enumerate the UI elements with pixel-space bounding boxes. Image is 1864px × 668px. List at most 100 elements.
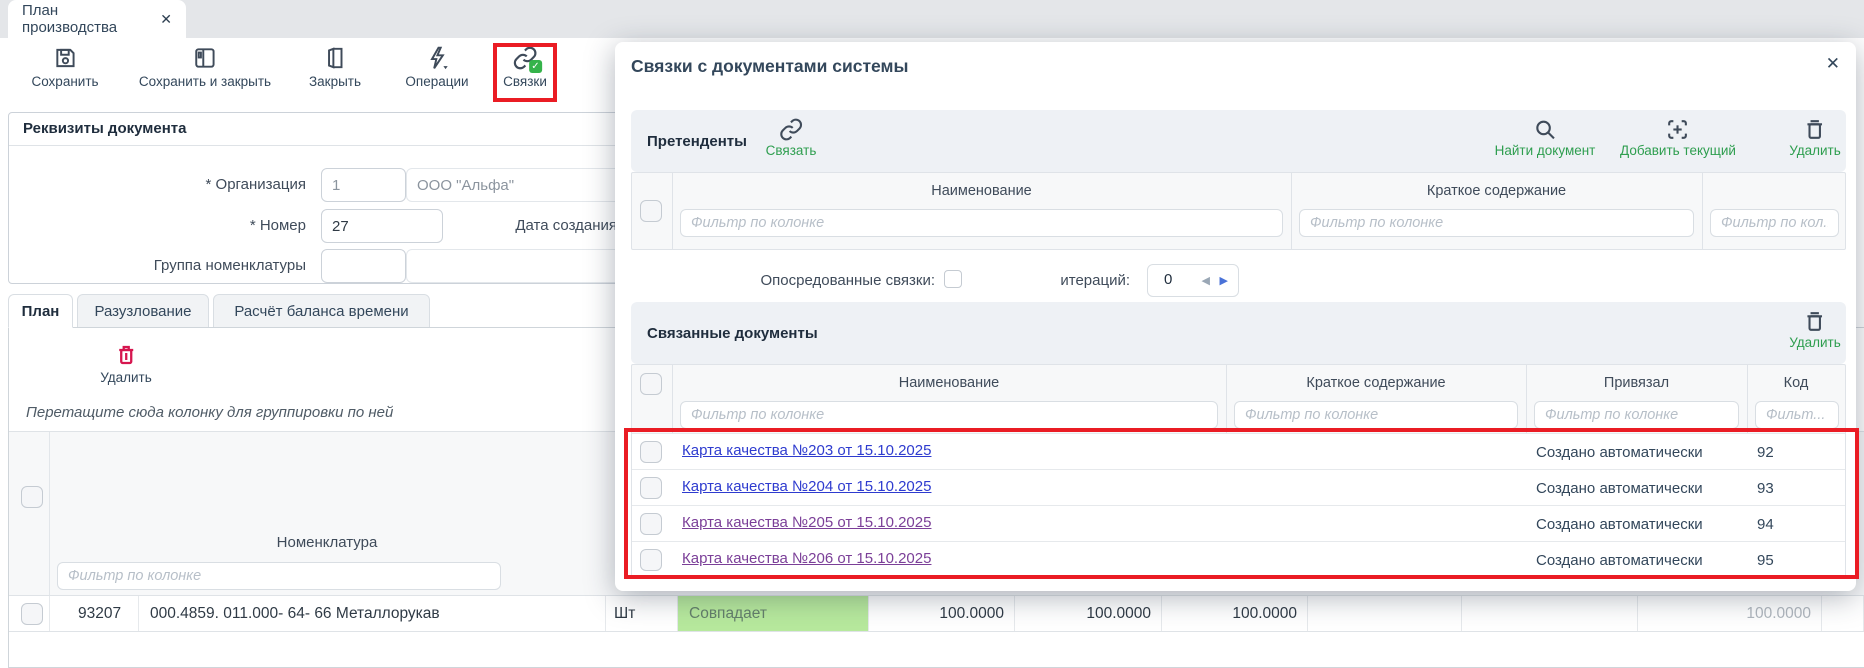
link-action-button[interactable]: Связать (766, 117, 817, 158)
save-label: Сохранить (31, 74, 98, 89)
trash-icon (1802, 117, 1827, 142)
row-checkbox[interactable] (640, 549, 662, 571)
tab-close-icon[interactable]: ✕ (160, 11, 172, 28)
candidates-select-all-checkbox[interactable] (640, 200, 662, 222)
operations-lightning-icon (424, 45, 450, 71)
find-document-button[interactable]: Найти документ (1495, 117, 1596, 158)
row-qty2-cell: 100.0000 (1014, 596, 1161, 631)
linked-delete-label: Удалить (1789, 335, 1841, 350)
app-window: План производства ✕ Сохранить Сохранить … (0, 0, 1864, 668)
org-code-field[interactable] (321, 168, 406, 202)
candidates-panel: Претенденты Связать Найти документ Добав… (631, 110, 1846, 172)
save-close-button[interactable]: Сохранить и закрыть (139, 45, 271, 89)
tab-razuzlovanie[interactable]: Разузлование (77, 294, 209, 328)
indirect-links-row: Опосредованные связки: итераций: 0 ◀ ▶ (615, 262, 1856, 302)
close-doc-icon (322, 45, 348, 71)
tab-title: План производства (22, 2, 148, 36)
iterations-value: 0 (1164, 271, 1172, 288)
linked-by-cell: Создано автоматически (1526, 470, 1747, 506)
candidates-extra-filter[interactable] (1710, 209, 1839, 237)
linked-doc-link[interactable]: Карта качества №205 от 15.10.2025 (682, 514, 931, 531)
row-unit-cell: Шт (605, 596, 677, 631)
operations-button[interactable]: Операции (405, 45, 468, 89)
plan-table-row[interactable]: 93207 000.4859. 011.000- 64- 66 Металлор… (9, 596, 1864, 632)
code-cell: 92 (1747, 434, 1847, 470)
row-empty-cell (1307, 596, 1461, 631)
linked-docs-title: Связанные документы (647, 302, 818, 364)
row-empty-cell (1461, 596, 1637, 631)
linked-doc-row[interactable]: Карта качества №204 от 15.10.2025 Создан… (632, 469, 1845, 506)
save-close-icon (192, 45, 218, 71)
tab-plan[interactable]: План (8, 294, 73, 328)
save-button[interactable]: Сохранить (31, 45, 98, 89)
row-checkbox[interactable] (640, 441, 662, 463)
tab-time-balance[interactable]: Расчёт баланса времени (213, 294, 430, 328)
linked-col-linked-by[interactable]: Привязал (1526, 375, 1747, 391)
requisites-title: Реквизиты документа (23, 120, 186, 137)
dialog-close-icon[interactable]: ✕ (1826, 54, 1840, 74)
linked-doc-row[interactable]: Карта качества №205 от 15.10.2025 Создан… (632, 505, 1845, 542)
chain-icon (778, 117, 803, 142)
row-status-cell: Совпадает (677, 596, 868, 631)
save-icon (52, 45, 78, 71)
close-button[interactable]: Закрыть (309, 45, 361, 89)
linked-doc-row[interactable]: Карта качества №206 от 15.10.2025 Создан… (632, 541, 1845, 578)
candidates-delete-button[interactable]: Удалить (1789, 117, 1841, 158)
links-check-badge: ✓ (529, 60, 542, 73)
row-id-cell: 93207 (49, 596, 138, 631)
linked-by-cell: Создано автоматически (1526, 434, 1747, 470)
linked-summary-filter[interactable] (1234, 401, 1518, 429)
row-checkbox[interactable] (640, 477, 662, 499)
iterations-stepper[interactable]: 0 ◀ ▶ (1147, 264, 1239, 297)
number-field[interactable] (321, 209, 443, 243)
operations-label: Операции (405, 74, 468, 89)
candidates-col-name[interactable]: Наименование (672, 183, 1291, 199)
links-button[interactable]: ✓ Связки (503, 45, 547, 89)
linked-linked-by-filter[interactable] (1534, 401, 1739, 429)
linked-col-code[interactable]: Код (1747, 375, 1845, 391)
trash-icon (1802, 309, 1827, 334)
add-current-button[interactable]: Добавить текущий (1620, 117, 1736, 158)
code-cell: 94 (1747, 506, 1847, 542)
candidates-col-summary[interactable]: Краткое содержание (1291, 183, 1702, 199)
linked-doc-row[interactable]: Карта качества №203 от 15.10.2025 Создан… (632, 433, 1845, 470)
linked-doc-link[interactable]: Карта качества №206 от 15.10.2025 (682, 550, 931, 567)
trash-icon (114, 343, 138, 367)
iterations-increment-icon[interactable]: ▶ (1220, 274, 1228, 287)
linked-doc-link[interactable]: Карта качества №204 от 15.10.2025 (682, 478, 931, 495)
linked-delete-button[interactable]: Удалить (1789, 309, 1841, 350)
linked-select-all-checkbox[interactable] (640, 373, 662, 395)
linked-code-filter[interactable] (1755, 401, 1839, 429)
indirect-links-checkbox[interactable] (944, 270, 962, 288)
linked-name-filter[interactable] (680, 401, 1218, 429)
iterations-label: итераций: (995, 272, 1130, 289)
tab-razuzlovanie-label: Разузлование (94, 303, 191, 320)
dialog-title: Связки с документами системы (631, 56, 908, 77)
candidates-delete-label: Удалить (1789, 143, 1841, 158)
linked-col-summary[interactable]: Краткое содержание (1226, 375, 1526, 391)
tab-bar: План производства ✕ (0, 0, 1864, 38)
creation-date-label: Дата создания (439, 217, 617, 234)
candidates-summary-filter[interactable] (1299, 209, 1694, 237)
linked-by-cell: Создано автоматически (1526, 506, 1747, 542)
nomenclature-column-header[interactable]: Номенклатура (49, 534, 605, 551)
iterations-decrement-icon[interactable]: ◀ (1202, 274, 1210, 287)
select-all-checkbox[interactable] (21, 486, 43, 508)
add-current-icon (1665, 117, 1690, 142)
add-current-label: Добавить текущий (1620, 143, 1736, 158)
candidates-name-filter[interactable] (680, 209, 1283, 237)
doc-tabs: План Разузлование Расчёт баланса времени (8, 294, 608, 328)
save-close-label: Сохранить и закрыть (139, 74, 271, 89)
indirect-links-label: Опосредованные связки: (735, 272, 935, 289)
nomenclature-filter-input[interactable] (57, 562, 501, 590)
group-code-field[interactable] (321, 249, 406, 283)
linked-by-cell: Создано автоматически (1526, 542, 1747, 578)
row-checkbox[interactable] (21, 603, 43, 625)
linked-col-name[interactable]: Наименование (672, 375, 1226, 391)
linked-doc-link[interactable]: Карта качества №203 от 15.10.2025 (682, 442, 931, 459)
tab-production-plan[interactable]: План производства ✕ (8, 0, 186, 38)
code-cell: 95 (1747, 542, 1847, 578)
linked-docs-panel: Связанные документы Удалить (631, 302, 1846, 364)
plan-delete-button[interactable]: Удалить (100, 343, 152, 385)
row-checkbox[interactable] (640, 513, 662, 535)
